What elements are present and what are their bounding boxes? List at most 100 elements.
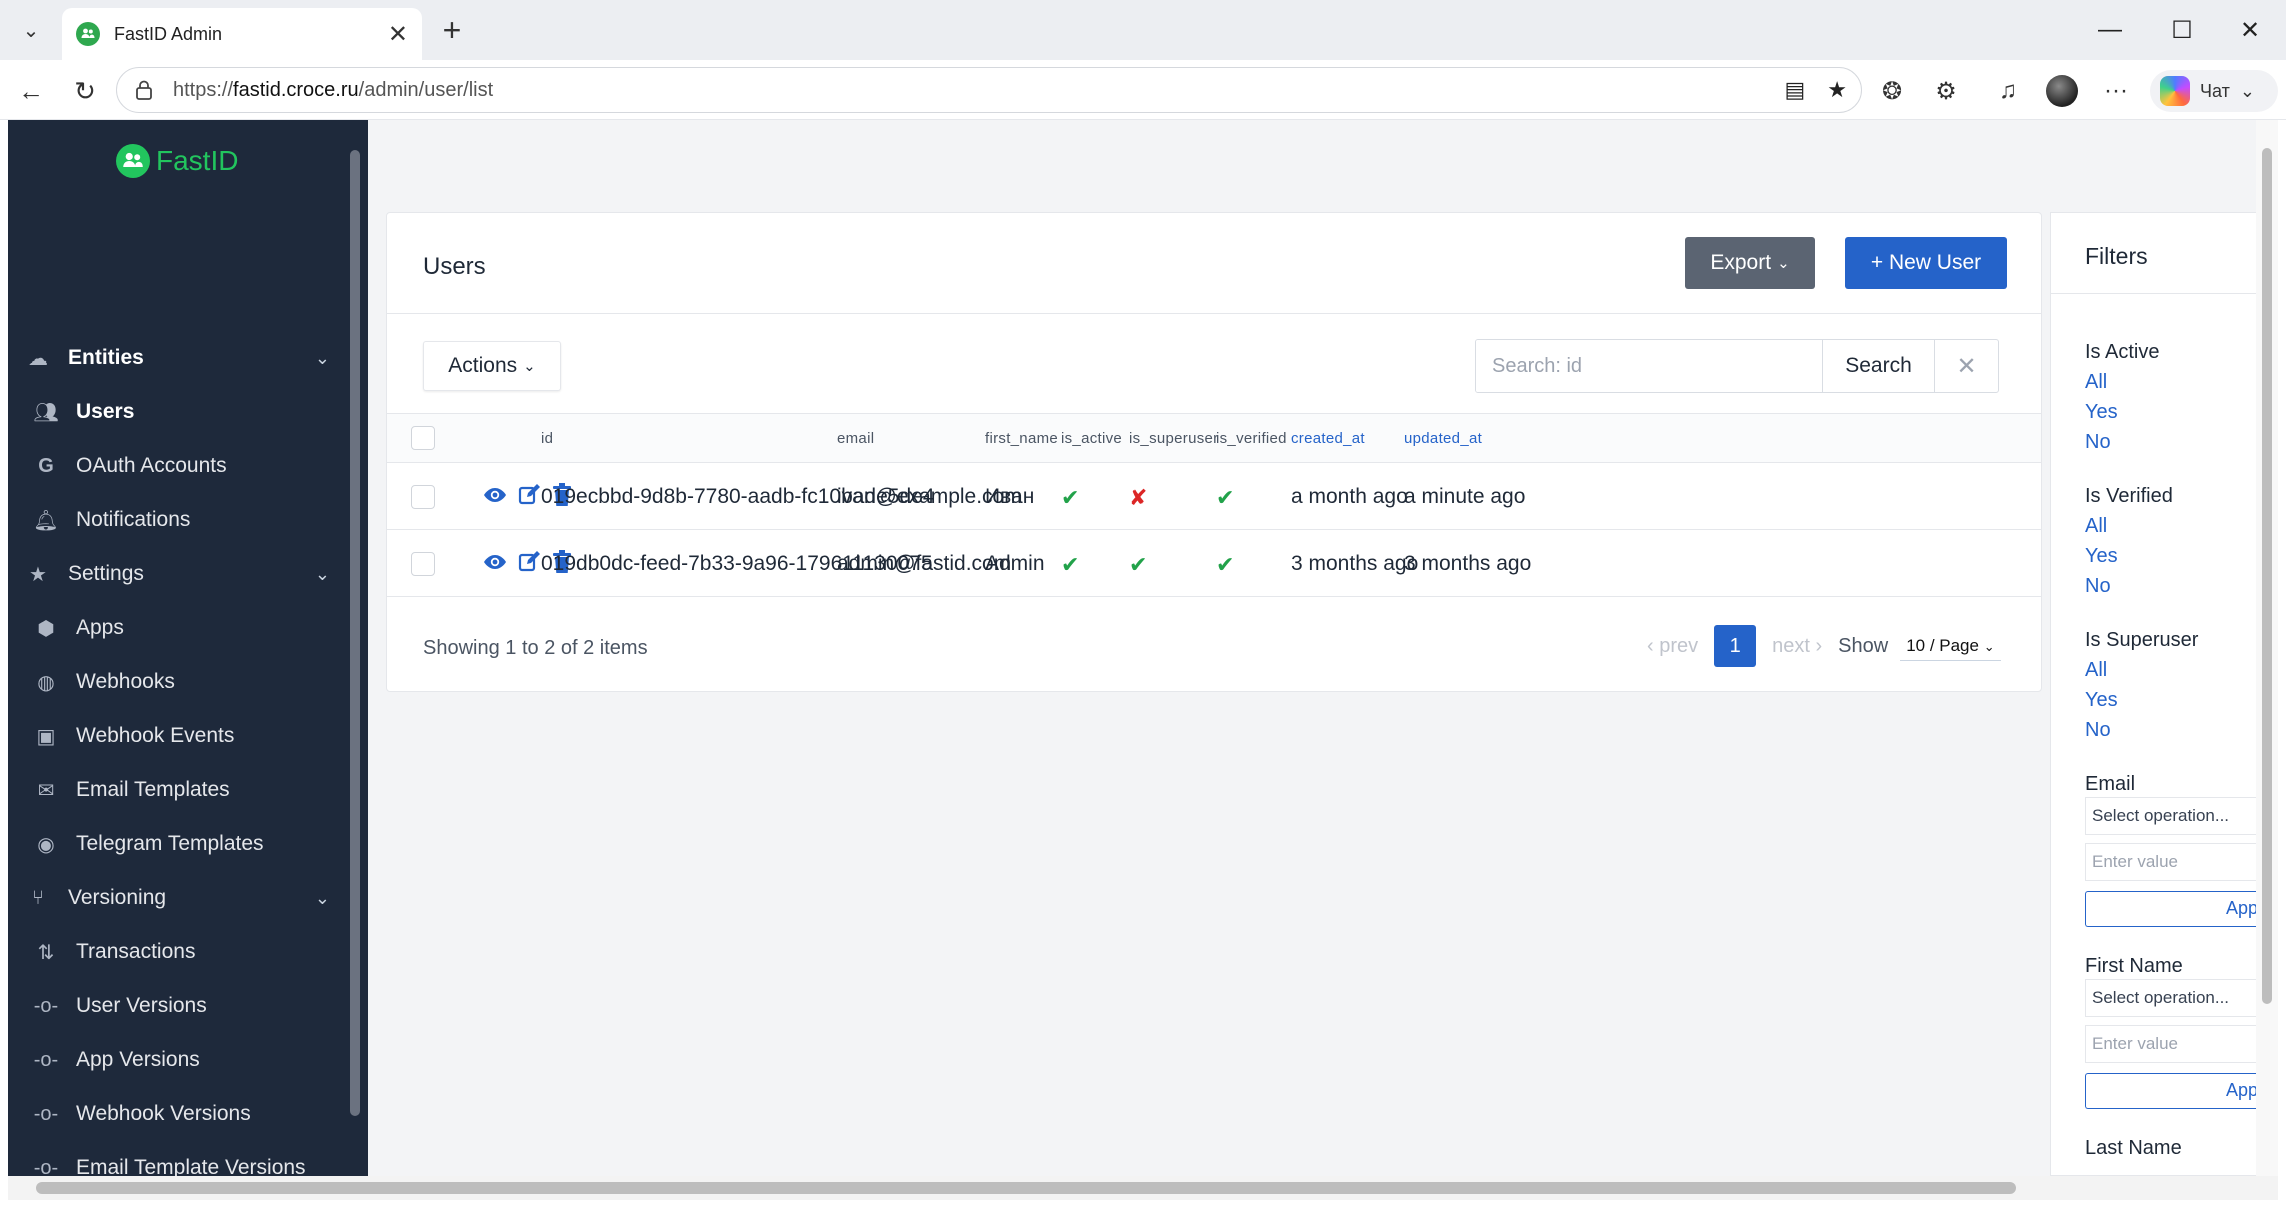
check-icon: ✔ bbox=[1129, 552, 1148, 577]
filter-is-active-yes[interactable]: Yes bbox=[2085, 401, 2118, 424]
row-checkbox[interactable] bbox=[411, 552, 435, 576]
sidebar-item-telegram-templates[interactable]: ◉ Telegram Templates bbox=[8, 820, 348, 868]
check-icon: ✔ bbox=[1216, 485, 1235, 510]
chevron-down-icon: ⌄ bbox=[2239, 80, 2255, 101]
cell-first-name: Admin bbox=[985, 552, 1045, 575]
close-window-icon[interactable]: ✕ bbox=[2228, 10, 2272, 50]
view-eye-icon[interactable] bbox=[483, 483, 507, 507]
filter-is-superuser-all[interactable]: All bbox=[2085, 659, 2107, 682]
page-number-current[interactable]: 1 bbox=[1714, 625, 1757, 667]
page-horizontal-scrollbar-thumb[interactable] bbox=[36, 1182, 2016, 1194]
sidebar-item-label: Notifications bbox=[76, 508, 191, 531]
bell-icon: 🔔︎ bbox=[33, 509, 59, 532]
column-header-email[interactable]: email bbox=[837, 430, 874, 447]
sidebar-group-entities[interactable]: ☁ Entities ⌄ bbox=[8, 334, 348, 382]
browser-tab-active[interactable]: FastID Admin ✕ bbox=[62, 8, 422, 60]
copilot-logo-icon bbox=[2160, 76, 2190, 106]
git-pull-request-icon: ⇅ bbox=[37, 941, 55, 964]
sidebar-item-apps[interactable]: ⬢ Apps bbox=[8, 604, 348, 652]
sidebar-item-oauth-accounts[interactable]: G OAuth Accounts bbox=[8, 442, 348, 490]
minimize-window-icon[interactable]: — bbox=[2088, 10, 2132, 50]
filter-email-apply-button[interactable]: App bbox=[2085, 891, 2264, 927]
profile-avatar[interactable] bbox=[2044, 73, 2080, 109]
sidebar-item-email-templates[interactable]: ✉ Email Templates bbox=[8, 766, 348, 814]
filter-is-verified-yes[interactable]: Yes bbox=[2085, 545, 2118, 568]
sidebar-item-app-versions[interactable]: -o- App Versions bbox=[8, 1036, 348, 1084]
filter-is-active-all[interactable]: All bbox=[2085, 371, 2107, 394]
brand-logo[interactable]: FastID bbox=[116, 144, 238, 178]
filter-is-superuser-no[interactable]: No bbox=[2085, 719, 2111, 742]
sidebar-item-label: OAuth Accounts bbox=[76, 454, 227, 477]
column-header-id[interactable]: id bbox=[541, 430, 553, 447]
sidebar-item-label: User Versions bbox=[76, 994, 207, 1017]
git-branch-icon: ⑂ bbox=[32, 886, 44, 909]
git-commit-icon: -o- bbox=[33, 1156, 59, 1177]
cloud-icon: ☁ bbox=[28, 347, 48, 370]
sidebar-item-email-template-versions[interactable]: -o- Email Template Versions bbox=[8, 1144, 348, 1176]
row-checkbox[interactable] bbox=[411, 485, 435, 509]
media-control-icon[interactable]: ♫ bbox=[1990, 73, 2026, 109]
star-icon: ★ bbox=[29, 563, 47, 586]
export-button[interactable]: Export ⌄ bbox=[1685, 237, 1815, 289]
chevron-down-icon: ⌄ bbox=[1983, 638, 1995, 654]
filter-first-name-operation-select[interactable]: Select operation... bbox=[2085, 979, 2264, 1017]
edit-icon[interactable] bbox=[517, 483, 541, 507]
telegram-icon: ◉ bbox=[37, 833, 55, 856]
sidebar-item-transactions[interactable]: ⇅ Transactions bbox=[8, 928, 348, 976]
sidebar-item-webhook-events[interactable]: ▣ Webhook Events bbox=[8, 712, 348, 760]
edit-icon[interactable] bbox=[517, 550, 541, 574]
new-tab-plus-icon[interactable]: + bbox=[432, 12, 472, 48]
reader-view-icon[interactable]: ▤ bbox=[1784, 77, 1805, 103]
filter-is-superuser-yes[interactable]: Yes bbox=[2085, 689, 2118, 712]
per-page-select[interactable]: 10 / Page ⌄ bbox=[1900, 632, 2001, 661]
sidebar-group-settings[interactable]: ★ Settings ⌄ bbox=[8, 550, 348, 598]
extension-spiral-icon[interactable]: ❂ bbox=[1874, 73, 1910, 109]
column-header-created-at[interactable]: created_at bbox=[1291, 430, 1365, 447]
actions-dropdown-button[interactable]: Actions ⌄ bbox=[423, 341, 561, 391]
favorite-star-icon[interactable]: ★ bbox=[1827, 77, 1847, 103]
reload-icon[interactable]: ↻ bbox=[64, 70, 106, 112]
sidebar-item-label: Webhook Versions bbox=[76, 1102, 251, 1125]
tab-list-chevron-icon[interactable]: ⌄ bbox=[10, 12, 52, 48]
copilot-chat-button[interactable]: Чат ⌄ bbox=[2150, 70, 2278, 112]
column-header-is-active[interactable]: is_active bbox=[1061, 430, 1122, 447]
search-button[interactable]: Search bbox=[1822, 340, 1934, 392]
view-eye-icon[interactable] bbox=[483, 550, 507, 574]
check-icon: ✔ bbox=[1061, 552, 1080, 577]
address-bar[interactable]: https://fastid.croce.ru/admin/user/list … bbox=[116, 67, 1862, 113]
sidebar-scrollbar-thumb[interactable] bbox=[350, 150, 360, 1116]
close-tab-icon[interactable]: ✕ bbox=[388, 20, 408, 49]
clear-search-icon[interactable]: ✕ bbox=[1934, 340, 1998, 392]
column-header-is-verified[interactable]: is_verified bbox=[1216, 430, 1287, 447]
maximize-window-icon[interactable]: ☐ bbox=[2160, 10, 2204, 50]
filter-is-verified-all[interactable]: All bbox=[2085, 515, 2107, 538]
filter-email-operation-select[interactable]: Select operation... bbox=[2085, 797, 2264, 835]
new-user-button[interactable]: + New User bbox=[1845, 237, 2007, 289]
column-header-first-name[interactable]: first_name bbox=[985, 430, 1058, 447]
select-all-checkbox[interactable] bbox=[411, 426, 435, 450]
extensions-puzzle-icon[interactable]: ⚙ bbox=[1928, 73, 1964, 109]
sidebar-item-webhook-versions[interactable]: -o- Webhook Versions bbox=[8, 1090, 348, 1138]
filter-first-name-apply-button[interactable]: App bbox=[2085, 1073, 2264, 1109]
sidebar-group-versioning[interactable]: ⑂ Versioning ⌄ bbox=[8, 874, 348, 922]
next-page-link[interactable]: next › bbox=[1772, 635, 1822, 658]
sidebar-item-notifications[interactable]: 🔔︎ Notifications bbox=[8, 496, 348, 544]
filter-first-name-value-input[interactable]: Enter value bbox=[2085, 1025, 2264, 1063]
column-header-is-superuser[interactable]: is_superuser bbox=[1129, 430, 1218, 447]
git-commit-icon: -o- bbox=[33, 1102, 59, 1125]
sidebar-group-label: Settings bbox=[68, 562, 144, 585]
prev-page-link[interactable]: ‹ prev bbox=[1647, 635, 1698, 658]
back-arrow-icon[interactable]: ← bbox=[10, 70, 52, 112]
column-header-updated-at[interactable]: updated_at bbox=[1404, 430, 1482, 447]
sidebar-item-webhooks[interactable]: ◍ Webhooks bbox=[8, 658, 348, 706]
search-group: Search ✕ bbox=[1475, 339, 1999, 393]
more-menu-icon[interactable]: ··· bbox=[2098, 73, 2134, 109]
globe-icon: ◍ bbox=[37, 671, 55, 694]
filter-is-verified-no[interactable]: No bbox=[2085, 575, 2111, 598]
sidebar-item-user-versions[interactable]: -o- User Versions bbox=[8, 982, 348, 1030]
search-input[interactable] bbox=[1476, 340, 1822, 392]
page-vertical-scrollbar-thumb[interactable] bbox=[2262, 148, 2272, 1004]
filter-is-active-no[interactable]: No bbox=[2085, 431, 2111, 454]
filter-email-value-input[interactable]: Enter value bbox=[2085, 843, 2264, 881]
sidebar-item-users[interactable]: 👥︎ Users bbox=[8, 388, 348, 436]
